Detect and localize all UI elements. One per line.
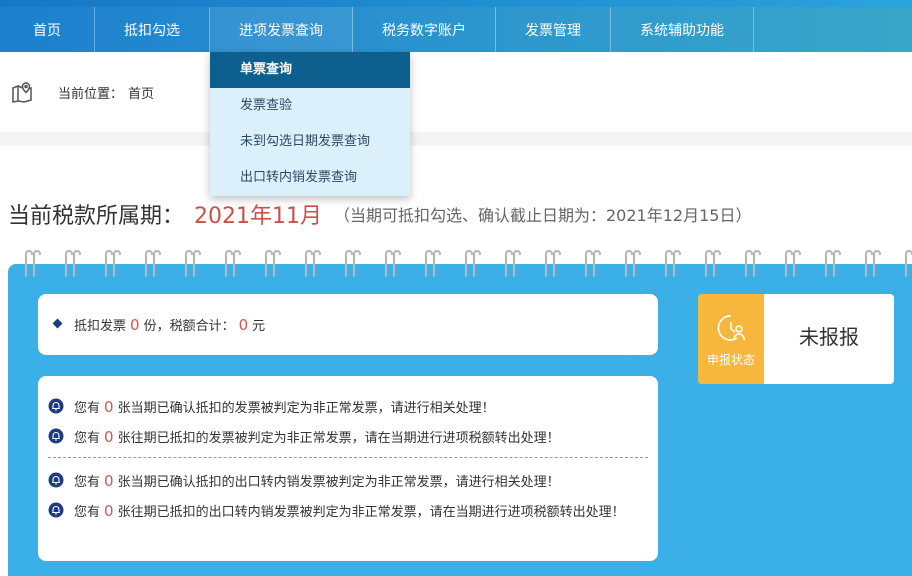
binder-ring	[504, 249, 522, 278]
binder-ring	[664, 249, 682, 278]
bell-icon	[48, 502, 64, 518]
alerts-divider	[48, 457, 648, 458]
alert-item: 您有 0 张当期已确认抵扣的出口转内销发票被判定为非正常发票，请进行相关处理！	[48, 470, 648, 494]
breadcrumb-label: 当前位置：	[58, 87, 124, 102]
menu-item-export-domestic-query[interactable]: 出口转内销发票查询	[210, 160, 410, 196]
deduction-count[interactable]: 0	[130, 316, 140, 334]
declare-status-card[interactable]: 申报状态 未报报	[698, 294, 894, 384]
binder-ring	[304, 249, 322, 278]
binder-ring	[584, 249, 602, 278]
binder-ring	[544, 249, 562, 278]
binder-ring	[224, 249, 242, 278]
binder-ring	[624, 249, 642, 278]
nav-item-deduction[interactable]: 抵扣勾选	[95, 7, 210, 52]
bell-icon	[48, 398, 64, 414]
bell-icon	[48, 428, 64, 444]
declare-status-badge: 申报状态	[698, 294, 764, 384]
alert-prefix: 您有	[74, 431, 101, 446]
tax-period-label: 当前税款所属期：	[8, 204, 185, 229]
section-separator	[0, 132, 912, 146]
top-strip	[0, 0, 912, 7]
binder-ring	[904, 249, 912, 278]
tax-amount: 0	[238, 316, 249, 334]
breadcrumb-current[interactable]: 首页	[128, 83, 154, 102]
binder-ring	[464, 249, 482, 278]
abnormal-invoice-alerts-card: 您有 0 张当期已确认抵扣的发票被判定为非正常发票，请进行相关处理！ 您有 0 张往期已…	[38, 376, 658, 561]
binder-ring	[104, 249, 122, 278]
tax-period-deadline: （当期可抵扣勾选、确认截止日期为：2021年12月15日）	[334, 206, 752, 225]
alert-count[interactable]: 0	[104, 428, 114, 446]
binder-ring	[344, 249, 362, 278]
alert-text: 张往期已抵扣的出口转内销发票被判定为非正常发票，请在当期进行进项税额转出处理！	[117, 505, 625, 520]
deduction-summary-card: 抵扣发票 0 份，税额合计： 0 元	[38, 294, 658, 355]
nav-item-invoice-query[interactable]: 进项发票查询	[210, 7, 353, 52]
binder-ring	[424, 249, 442, 278]
invoice-query-dropdown: 单票查询 发票查验 未到勾选日期发票查询 出口转内销发票查询	[210, 52, 410, 196]
calendar-rings	[24, 249, 912, 278]
summary-count-unit: 份，税额合计：	[143, 319, 235, 334]
binder-ring	[24, 249, 42, 278]
alert-text: 张当期已确认抵扣的发票被判定为非正常发票，请进行相关处理！	[117, 401, 495, 416]
alert-item: 您有 0 张往期已抵扣的出口转内销发票被判定为非正常发票，请在当期进行进项税额转出处…	[48, 500, 648, 524]
summary-prefix: 抵扣发票	[74, 319, 127, 334]
map-location-icon	[12, 82, 32, 103]
summary-tax-unit: 元	[252, 319, 266, 334]
binder-ring	[184, 249, 202, 278]
alert-text: 张当期已确认抵扣的出口转内销发票被判定为非正常发票，请进行相关处理！	[117, 475, 560, 490]
breadcrumb: 当前位置： 首页	[0, 52, 912, 132]
alert-prefix: 您有	[74, 475, 101, 490]
binder-ring	[784, 249, 802, 278]
alert-item: 您有 0 张往期已抵扣的发票被判定为非正常发票，请在当期进行进项税额转出处理！	[48, 426, 648, 450]
bell-icon	[48, 472, 64, 488]
declare-status-label: 申报状态	[706, 353, 755, 367]
diamond-bullet-icon	[52, 318, 63, 329]
deduction-summary-line: 抵扣发票 0 份，税额合计： 0 元	[74, 315, 265, 334]
tax-period-value: 2021年11月	[194, 204, 322, 229]
nav-item-invoice-manage[interactable]: 发票管理	[496, 7, 611, 52]
alert-count[interactable]: 0	[104, 398, 114, 416]
nav-item-home[interactable]: 首页	[0, 7, 95, 52]
nav-item-digital-account[interactable]: 税务数字账户	[353, 7, 496, 52]
main-nav: 首页 抵扣勾选 进项发票查询 税务数字账户 发票管理 系统辅助功能	[0, 7, 754, 52]
binder-ring	[384, 249, 402, 278]
clock-person-icon	[717, 315, 746, 341]
binder-ring	[264, 249, 282, 278]
alert-item: 您有 0 张当期已确认抵扣的发票被判定为非正常发票，请进行相关处理！	[48, 396, 648, 420]
alert-count[interactable]: 0	[104, 502, 114, 520]
binder-ring	[144, 249, 162, 278]
declare-status-value: 未报报	[799, 325, 859, 349]
nav-item-system-tools[interactable]: 系统辅助功能	[611, 7, 754, 52]
alert-text: 张往期已抵扣的发票被判定为非正常发票，请在当期进行进项税额转出处理！	[117, 431, 560, 446]
binder-ring	[744, 249, 762, 278]
binder-ring	[704, 249, 722, 278]
tax-period: 当前税款所属期： 2021年11月 （当期可抵扣勾选、确认截止日期为：2021年12…	[8, 198, 751, 230]
alert-prefix: 您有	[74, 401, 101, 416]
alert-prefix: 您有	[74, 505, 101, 520]
alert-count[interactable]: 0	[104, 472, 114, 490]
menu-item-invoice-verify[interactable]: 发票查验	[210, 88, 410, 124]
menu-item-single-query[interactable]: 单票查询	[210, 52, 410, 88]
binder-ring	[824, 249, 842, 278]
binder-ring	[64, 249, 82, 278]
top-nav-bar: 首页 抵扣勾选 进项发票查询 税务数字账户 发票管理 系统辅助功能	[0, 0, 912, 52]
menu-item-not-due-query[interactable]: 未到勾选日期发票查询	[210, 124, 410, 160]
binder-ring	[864, 249, 882, 278]
